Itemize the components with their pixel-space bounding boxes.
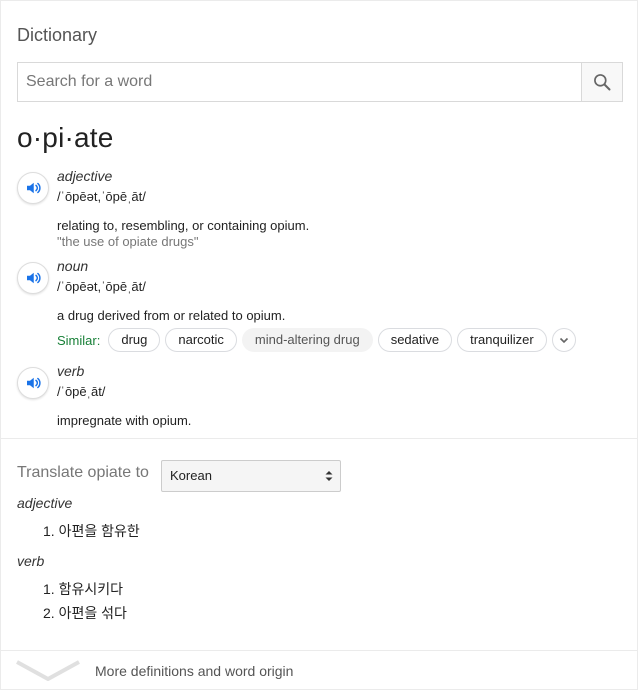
search-input[interactable] <box>18 63 583 101</box>
pronounce-button[interactable] <box>17 367 49 399</box>
card-title: Dictionary <box>17 25 98 45</box>
language-select[interactable]: Korean <box>161 460 341 492</box>
similar-words: Similar: drug narcotic mind-altering dru… <box>57 328 576 352</box>
part-of-speech: noun <box>57 258 89 274</box>
translate-label: Translate opiate to <box>17 464 149 481</box>
definition: a drug derived from or related to opium. <box>57 308 286 323</box>
more-definitions-label: More definitions and word origin <box>95 663 294 679</box>
part-of-speech: adjective <box>57 168 113 184</box>
more-definitions-button[interactable]: More definitions and word origin <box>1 651 638 691</box>
pronounce-button[interactable] <box>17 172 49 204</box>
similar-chip[interactable]: sedative <box>377 328 453 352</box>
definition: relating to, resembling, or containing o… <box>57 218 310 233</box>
search-bar <box>17 62 623 102</box>
similar-chip[interactable]: mind-altering drug <box>241 328 373 352</box>
part-of-speech: verb <box>57 363 85 379</box>
search-button[interactable] <box>581 63 622 101</box>
translation-item: 1. 함유시키다 <box>43 581 123 597</box>
chevron-down-icon <box>559 337 568 344</box>
section-divider <box>1 438 638 439</box>
similar-chip[interactable]: tranquilizer <box>457 328 547 352</box>
translation-item: 2. 아편을 섞다 <box>43 605 127 621</box>
language-select-value: Korean <box>170 468 212 483</box>
speaker-icon <box>27 272 41 284</box>
dictionary-card: Dictionary o·pi·ate adjective /ˈōpēət,ˈō… <box>0 0 638 690</box>
phonetic: /ˈōpēˌāt/ <box>57 384 106 399</box>
translation-pos: adjective <box>17 495 73 511</box>
speaker-icon <box>27 182 41 194</box>
chevron-down-icon <box>16 660 80 681</box>
example: "the use of opiate drugs" <box>57 234 199 249</box>
definition: impregnate with opium. <box>57 413 192 428</box>
phonetic: /ˈōpēət,ˈōpēˌāt/ <box>57 189 146 204</box>
headword: o·pi·ate <box>17 122 114 153</box>
pronounce-button[interactable] <box>17 262 49 294</box>
phonetic: /ˈōpēət,ˈōpēˌāt/ <box>57 279 146 294</box>
translation-pos: verb <box>17 553 45 569</box>
similar-label: Similar: <box>57 332 101 348</box>
search-icon <box>594 74 611 91</box>
expand-similar-button[interactable] <box>551 328 576 352</box>
speaker-icon <box>27 377 41 389</box>
similar-chip[interactable]: drug <box>108 328 161 352</box>
select-arrows-icon <box>325 471 333 481</box>
translation-item: 1. 아편을 함유한 <box>43 523 140 539</box>
similar-chip[interactable]: narcotic <box>165 328 237 352</box>
